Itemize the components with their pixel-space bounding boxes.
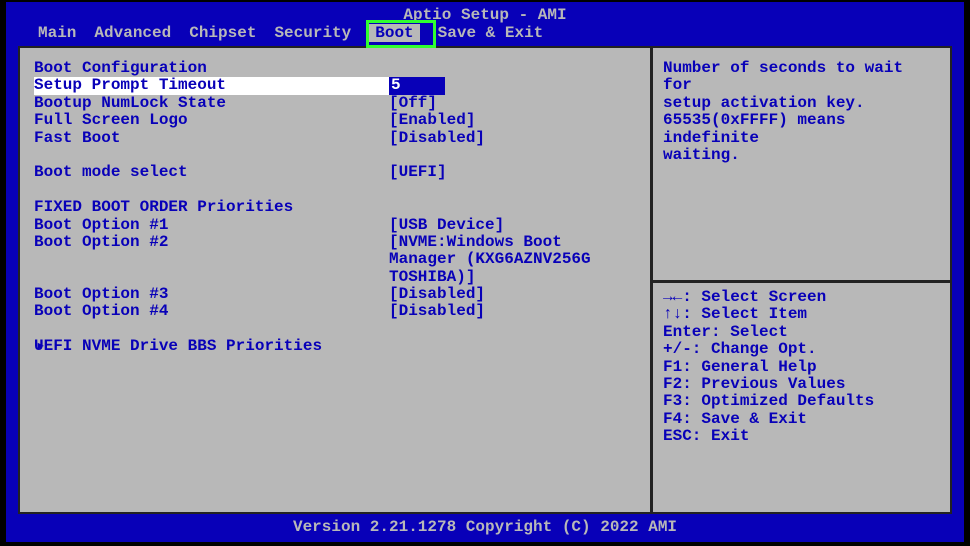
submenu-label: UEFI NVME Drive BBS Priorities (34, 338, 389, 355)
setting-value[interactable]: [UEFI] (389, 164, 636, 181)
setting-label: Boot mode select (34, 164, 389, 181)
setting-value[interactable]: [Disabled] (389, 130, 636, 147)
help-pane: Number of seconds to wait for setup acti… (653, 48, 950, 512)
key-general-help: F1: General Help (663, 359, 940, 376)
setting-label: Fast Boot (34, 130, 389, 147)
menu-item-boot[interactable]: Boot (369, 24, 419, 42)
setting-label: Boot Option #1 (34, 217, 389, 234)
section-header: Boot Configuration (34, 60, 636, 77)
bios-title: Aptio Setup - AMI (403, 6, 566, 24)
key-enter-select: Enter: Select (663, 324, 940, 341)
submenu-arrow-icon: ▸ (36, 338, 46, 355)
setting-value[interactable]: [Disabled] (389, 303, 636, 320)
help-text: Number of seconds to wait for setup acti… (663, 60, 940, 280)
key-change-opt: +/-: Change Opt. (663, 341, 940, 358)
setting-boot-option-4[interactable]: Boot Option #4 [Disabled] (34, 303, 636, 320)
menu-item-main[interactable]: Main (38, 24, 76, 42)
setting-boot-mode-select[interactable]: Boot mode select [UEFI] (34, 164, 636, 181)
setting-label: Setup Prompt Timeout (34, 77, 389, 94)
setting-boot-option-2-cont: Manager (KXG6AZNV256G (34, 251, 636, 268)
title-bar: Aptio Setup - AMI (6, 2, 964, 22)
key-previous-values: F2: Previous Values (663, 376, 940, 393)
setting-boot-option-1[interactable]: Boot Option #1 [USB Device] (34, 217, 636, 234)
key-select-screen: →←: Select Screen (663, 289, 940, 306)
fixed-boot-order-header: FIXED BOOT ORDER Priorities (34, 199, 636, 216)
content-area: Boot Configuration Setup Prompt Timeout … (18, 46, 952, 514)
setting-boot-option-2[interactable]: Boot Option #2 [NVME:Windows Boot (34, 234, 636, 251)
setting-value[interactable]: [Enabled] (389, 112, 636, 129)
key-legend: →←: Select Screen ↑↓: Select Item Enter:… (663, 289, 940, 446)
setting-value[interactable]: [Disabled] (389, 286, 636, 303)
setting-value[interactable]: 5 (389, 77, 636, 94)
setting-value[interactable]: [Off] (389, 95, 636, 112)
setting-value[interactable]: [NVME:Windows Boot (389, 234, 636, 251)
key-save-exit: F4: Save & Exit (663, 411, 940, 428)
setting-label: Boot Option #3 (34, 286, 389, 303)
setting-label: Boot Option #2 (34, 234, 389, 251)
settings-pane: Boot Configuration Setup Prompt Timeout … (20, 48, 650, 512)
submenu-uefi-nvme-bbs[interactable]: ▸ UEFI NVME Drive BBS Priorities (34, 338, 636, 355)
setting-setup-prompt-timeout[interactable]: Setup Prompt Timeout 5 (34, 77, 636, 94)
menu-item-save-exit[interactable]: Save & Exit (438, 24, 544, 42)
menu-item-security[interactable]: Security (274, 24, 351, 42)
setting-numlock-state[interactable]: Bootup NumLock State [Off] (34, 95, 636, 112)
bios-window: Aptio Setup - AMI Main Advanced Chipset … (6, 2, 964, 542)
footer-version: Version 2.21.1278 Copyright (C) 2022 AMI (6, 518, 964, 536)
menu-item-chipset[interactable]: Chipset (189, 24, 256, 42)
key-select-item: ↑↓: Select Item (663, 306, 940, 323)
menu-bar: Main Advanced Chipset Security Boot Save… (6, 22, 964, 46)
menu-item-advanced[interactable]: Advanced (94, 24, 171, 42)
setting-boot-option-2-cont: TOSHIBA)] (34, 269, 636, 286)
setting-full-screen-logo[interactable]: Full Screen Logo [Enabled] (34, 112, 636, 129)
setting-value[interactable]: [USB Device] (389, 217, 636, 234)
setting-boot-option-3[interactable]: Boot Option #3 [Disabled] (34, 286, 636, 303)
setting-label: Bootup NumLock State (34, 95, 389, 112)
setting-label: Boot Option #4 (34, 303, 389, 320)
help-divider (653, 280, 950, 283)
key-esc-exit: ESC: Exit (663, 428, 940, 445)
setting-fast-boot[interactable]: Fast Boot [Disabled] (34, 130, 636, 147)
setting-label: Full Screen Logo (34, 112, 389, 129)
key-optimized-defaults: F3: Optimized Defaults (663, 393, 940, 410)
